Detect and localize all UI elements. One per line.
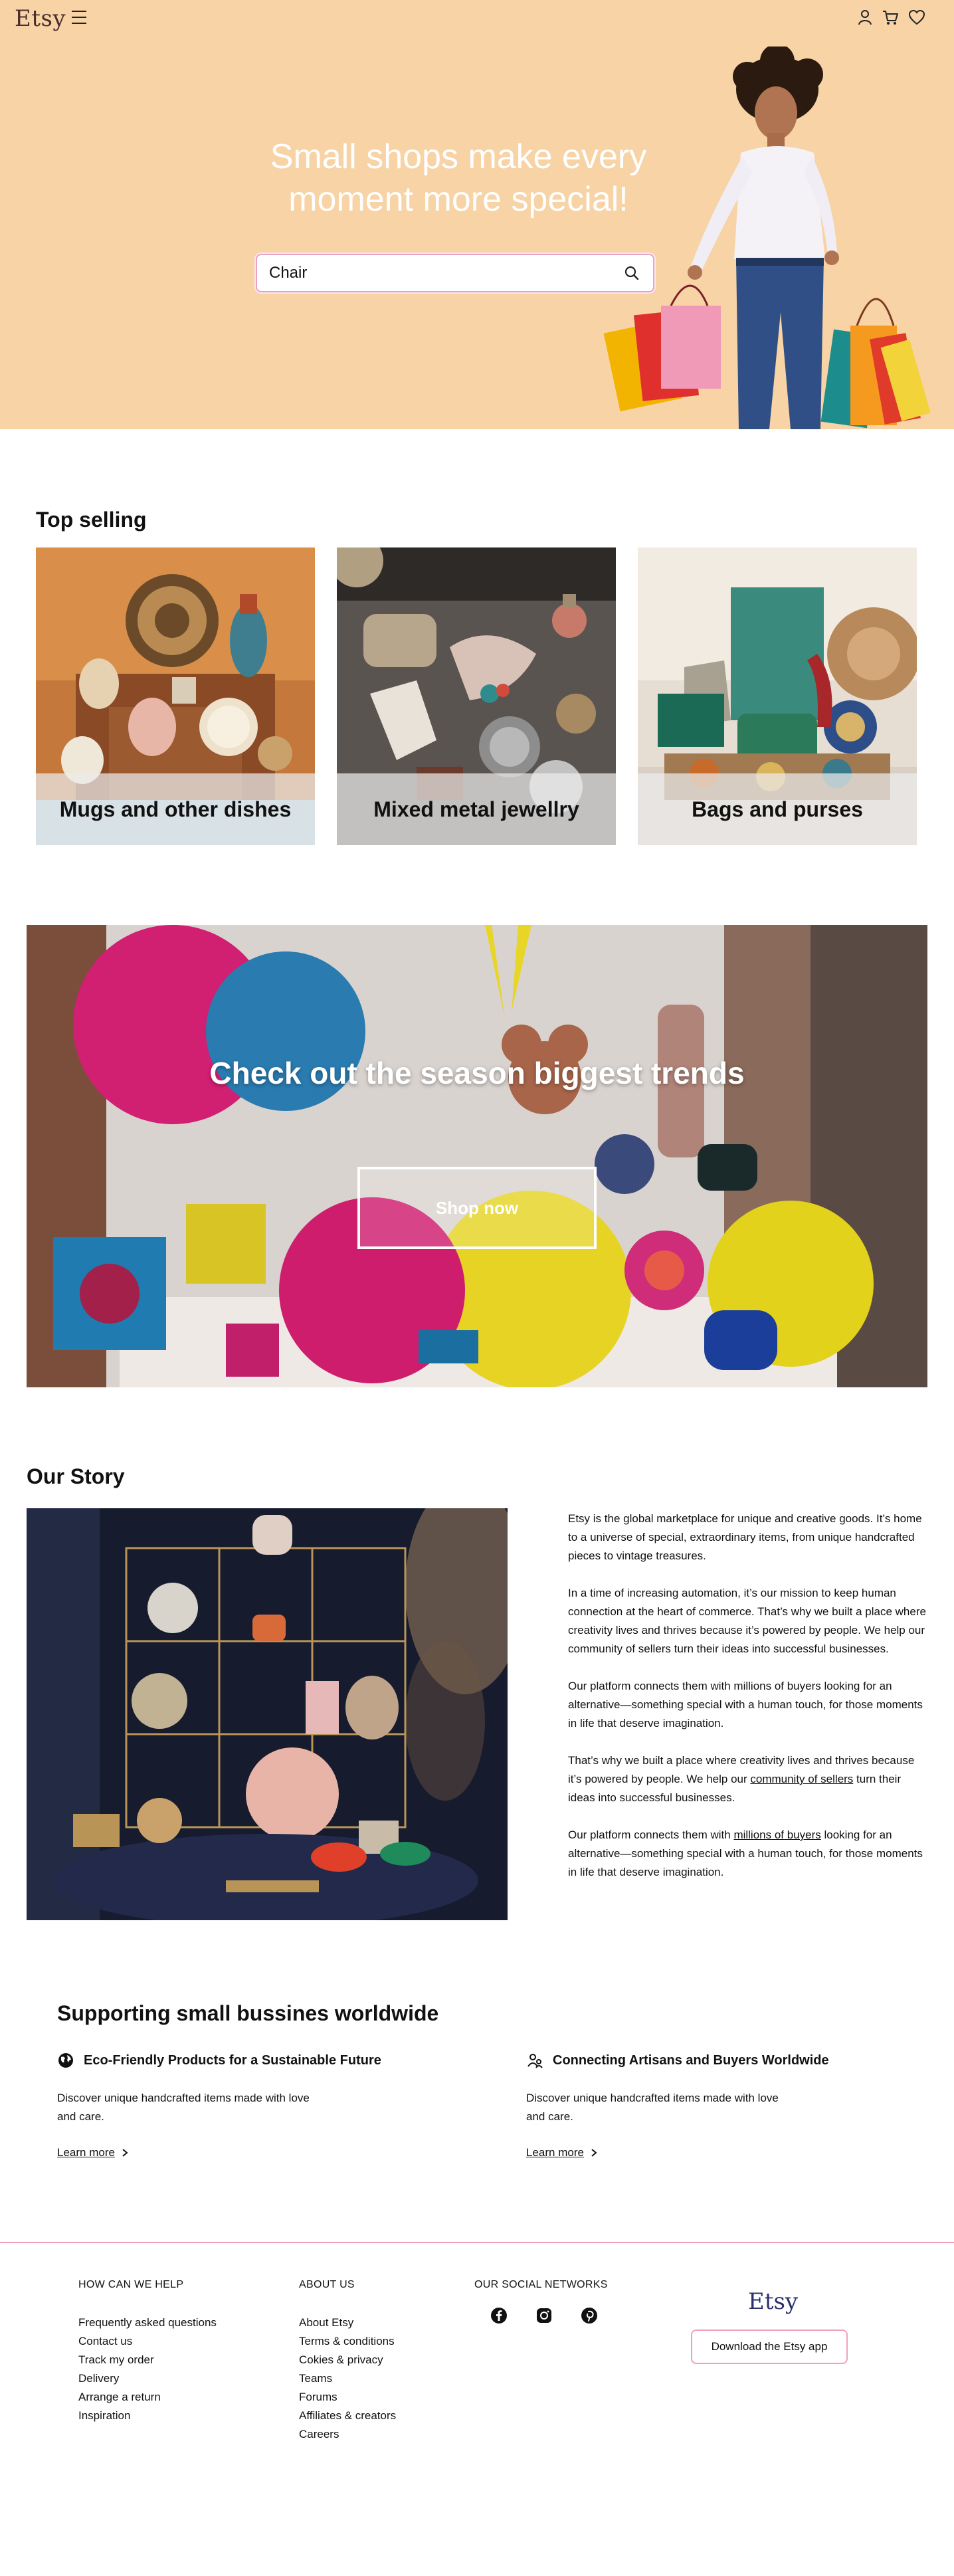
story-text: Etsy is the global marketplace for uniqu… (568, 1510, 927, 1900)
cart-icon[interactable] (881, 8, 900, 27)
learn-more-link[interactable]: Learn more (526, 2146, 597, 2159)
hamburger-menu-icon[interactable] (72, 11, 86, 24)
footer-link[interactable]: Forums (299, 2388, 396, 2407)
story-text-fragment: Our platform connects them with (568, 1829, 734, 1841)
community-of-sellers-link[interactable]: community of sellers (750, 1773, 853, 1785)
millions-of-buyers-link[interactable]: millions of buyers (733, 1829, 820, 1841)
download-app-button[interactable]: Download the Etsy app (691, 2329, 848, 2364)
footer-etsy-logo[interactable]: Etsy (748, 2288, 798, 2315)
shopper-illustration (603, 47, 931, 429)
shop-now-button[interactable]: Shop now (357, 1167, 597, 1249)
category-label: Bags and purses (638, 773, 917, 845)
trends-banner: Check out the season biggest trends Shop… (27, 925, 927, 1387)
story-paragraph: That’s why we built a place where creati… (568, 1751, 927, 1807)
chevron-right-icon (122, 2149, 128, 2157)
feature-description: Discover unique handcrafted items made w… (526, 2092, 779, 2123)
instagram-icon[interactable] (535, 2307, 553, 2324)
feature-description: Discover unique handcrafted items made w… (57, 2092, 310, 2123)
story-paragraph: In a time of increasing automation, it’s… (568, 1587, 926, 1655)
our-story-title: Our Story (27, 1464, 125, 1488)
category-card-jewellery[interactable]: Mixed metal jewellry (337, 547, 616, 845)
footer-link[interactable]: Inspiration (78, 2407, 217, 2425)
footer-heading: ABOUT US (299, 2279, 355, 2290)
story-paragraph: Our platform connects them with millions… (568, 1680, 923, 1730)
feature-heading: Connecting Artisans and Buyers Worldwide (526, 2052, 898, 2069)
search-bar[interactable]: Chair (256, 254, 654, 292)
hero-section: Etsy Small shops make every moment more … (0, 0, 954, 429)
learn-more-link[interactable]: Learn more (57, 2146, 128, 2159)
supporting-title: Supporting small bussines worldwide (57, 2001, 439, 2025)
trends-image (27, 925, 927, 1387)
user-icon[interactable] (856, 8, 874, 27)
footer-link[interactable]: Cokies & privacy (299, 2351, 396, 2369)
footer-link[interactable]: Terms & conditions (299, 2332, 396, 2351)
story-paragraph: Etsy is the global marketplace for uniqu… (568, 1512, 922, 1562)
footer-link[interactable]: Careers (299, 2425, 396, 2444)
footer-help-column: HOW CAN WE HELP Frequently asked questio… (78, 2279, 217, 2425)
learn-more-label: Learn more (526, 2146, 584, 2159)
etsy-logo[interactable]: Etsy (15, 5, 66, 32)
footer-link[interactable]: Delivery (78, 2369, 217, 2388)
category-label: Mugs and other dishes (36, 773, 315, 845)
people-icon (527, 2054, 543, 2068)
facebook-icon[interactable] (490, 2307, 508, 2324)
feature-title: Connecting Artisans and Buyers Worldwide (553, 2052, 829, 2068)
footer-link[interactable]: Track my order (78, 2351, 217, 2369)
feature-heading: Eco-Friendly Products for a Sustainable … (57, 2052, 429, 2069)
category-card-bags[interactable]: Bags and purses (638, 547, 917, 845)
footer-link[interactable]: Teams (299, 2369, 396, 2388)
search-input[interactable]: Chair (269, 264, 622, 282)
story-paragraph: Our platform connects them with millions… (568, 1826, 927, 1882)
footer-link[interactable]: About Etsy (299, 2314, 396, 2332)
footer-link[interactable]: Frequently asked questions (78, 2314, 217, 2332)
feature-eco-friendly: Eco-Friendly Products for a Sustainable … (57, 2052, 429, 2159)
learn-more-label: Learn more (57, 2146, 115, 2159)
footer-link[interactable]: Arrange a return (78, 2388, 217, 2407)
banner-title: Check out the season biggest trends (209, 1056, 745, 1090)
story-artwork (27, 1508, 508, 1920)
category-label: Mixed metal jewellry (337, 773, 616, 845)
category-card-mugs[interactable]: Mugs and other dishes (36, 547, 315, 845)
feature-connecting-artisans: Connecting Artisans and Buyers Worldwide… (526, 2052, 898, 2159)
footer-divider (0, 2242, 954, 2243)
chevron-right-icon (591, 2149, 597, 2157)
footer-about-column: ABOUT US About Etsy Terms & conditions C… (299, 2279, 396, 2444)
footer-social-column: OUR SOCIAL NETWORKS (474, 2279, 608, 2324)
feature-title: Eco-Friendly Products for a Sustainable … (84, 2052, 381, 2068)
footer-heading: OUR SOCIAL NETWORKS (474, 2279, 608, 2290)
top-selling-title: Top selling (36, 508, 147, 532)
heart-icon[interactable] (907, 8, 926, 27)
globe-icon (58, 2053, 73, 2068)
pinterest-icon[interactable] (581, 2307, 598, 2324)
footer-heading: HOW CAN WE HELP (78, 2279, 184, 2290)
footer-link[interactable]: Affiliates & creators (299, 2407, 396, 2425)
story-image (27, 1508, 508, 1920)
footer-link[interactable]: Contact us (78, 2332, 217, 2351)
